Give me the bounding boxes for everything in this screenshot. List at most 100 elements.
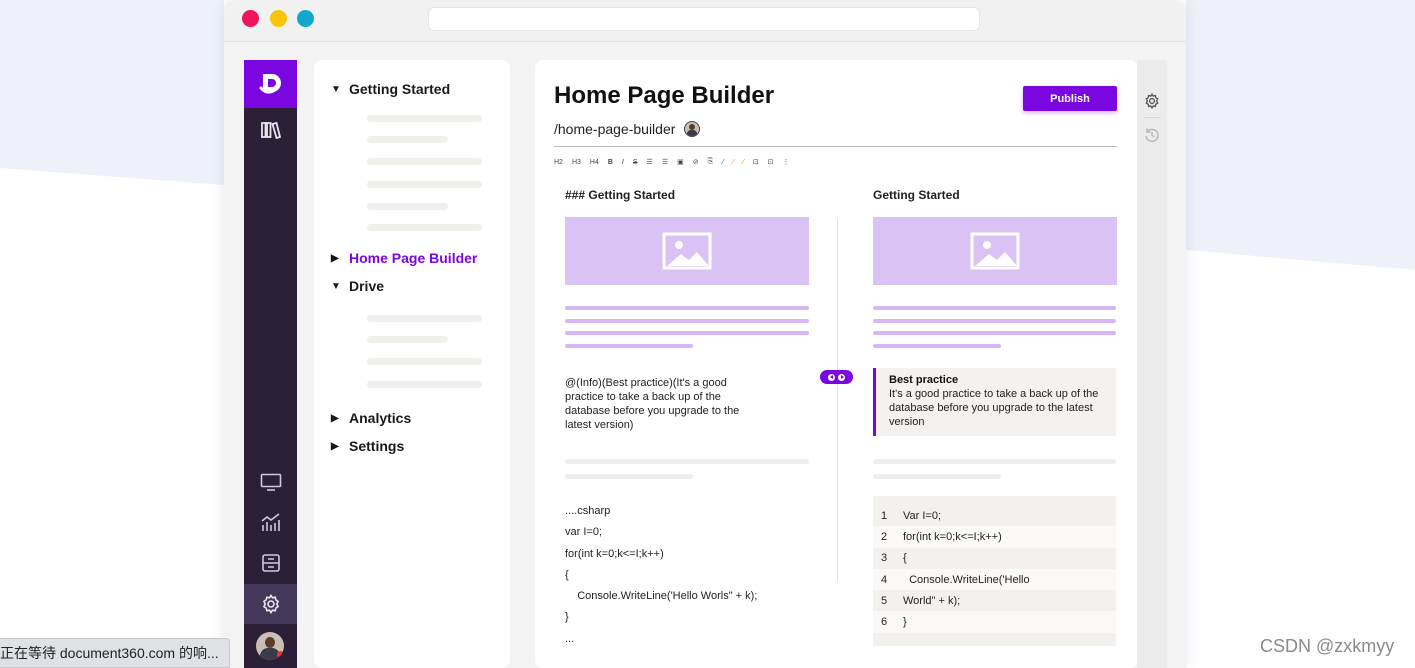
archive-icon[interactable] bbox=[244, 543, 297, 583]
author-avatar[interactable] bbox=[684, 121, 701, 137]
window-titlebar bbox=[224, 0, 1186, 42]
preview-code-block: 1 Var I=0; 2 for(int k=0;k<=I;k++) 3{ 4 Co… bbox=[873, 496, 1116, 646]
callout-title: Best practice bbox=[889, 374, 959, 386]
maximize-window-button[interactable] bbox=[297, 10, 314, 27]
image-placeholder-icon bbox=[873, 217, 1117, 285]
split-resize-handle[interactable] bbox=[820, 370, 853, 384]
placeholder-line bbox=[367, 336, 448, 343]
tree-item-getting-started[interactable]: ▼ Getting Started bbox=[331, 81, 450, 97]
tree-item-drive[interactable]: ▼ Drive bbox=[331, 278, 384, 294]
more-options-icon[interactable]: ⋮ bbox=[782, 158, 789, 166]
right-toolbar bbox=[1137, 60, 1167, 668]
numbered-list-icon[interactable]: ☰ bbox=[662, 158, 668, 166]
markdown-info-block[interactable]: @(Info)(Best practice)(It's a good pract… bbox=[565, 376, 765, 432]
analytics-icon[interactable] bbox=[244, 502, 297, 542]
text-placeholder-line bbox=[873, 319, 1116, 323]
heading2-button[interactable]: H2 bbox=[554, 159, 563, 166]
collapsed-arrow-icon: ▶ bbox=[331, 252, 339, 264]
heading4-button[interactable]: H4 bbox=[590, 159, 599, 166]
placeholder-line bbox=[367, 203, 448, 210]
image-placeholder-icon bbox=[565, 217, 809, 285]
expanded-arrow-icon: ▼ bbox=[331, 83, 341, 95]
text-placeholder-line bbox=[565, 319, 809, 323]
history-icon[interactable] bbox=[1144, 127, 1160, 143]
user-avatar[interactable] bbox=[256, 632, 284, 660]
text-placeholder-line bbox=[873, 459, 1116, 464]
title-divider bbox=[554, 146, 1117, 147]
link-icon[interactable]: ⊘ bbox=[693, 158, 699, 166]
bold-button[interactable]: B bbox=[608, 159, 613, 166]
code-row: 1 Var I=0; bbox=[881, 509, 942, 522]
browser-status-bar: 正在等待 document360.com 的响... bbox=[0, 638, 230, 668]
article-title[interactable]: Home Page Builder bbox=[554, 82, 774, 110]
code-line: var I=0; bbox=[565, 526, 602, 539]
logo-icon[interactable] bbox=[244, 60, 297, 108]
text-placeholder-line bbox=[873, 344, 1001, 348]
file-icon[interactable]: ⎘ bbox=[708, 158, 714, 166]
tree-item-settings[interactable]: ▶ Settings bbox=[331, 438, 404, 454]
placeholder-line bbox=[367, 158, 482, 165]
text-placeholder-line bbox=[565, 331, 809, 335]
placeholder-line bbox=[367, 224, 482, 231]
text-placeholder-line bbox=[565, 474, 693, 479]
info-highlight-icon[interactable]: ⁄ bbox=[722, 159, 723, 166]
text-placeholder-line bbox=[873, 306, 1116, 310]
template-icon[interactable]: ⊡ bbox=[768, 158, 774, 166]
code-line: { bbox=[565, 568, 569, 581]
placeholder-line bbox=[367, 181, 482, 188]
tree-item-home-page-builder[interactable]: ▶ Home Page Builder bbox=[331, 250, 477, 266]
left-navigation bbox=[244, 60, 297, 668]
status-indicator bbox=[277, 651, 284, 658]
category-tree: ▼ Getting Started ▶ Home Page Builder ▼ … bbox=[314, 60, 510, 668]
preview-heading: Getting Started bbox=[873, 188, 960, 202]
code-line: ....csharp bbox=[565, 505, 611, 517]
placeholder-line bbox=[367, 115, 482, 122]
code-row: 4 Console.WriteLine('Hello bbox=[873, 568, 1116, 591]
collapsed-arrow-icon: ▶ bbox=[331, 440, 339, 452]
placeholder-line bbox=[367, 315, 482, 322]
publish-button[interactable]: Publish bbox=[1023, 86, 1117, 111]
text-placeholder-line bbox=[565, 306, 809, 310]
gear-icon[interactable] bbox=[1144, 93, 1160, 109]
text-placeholder-line bbox=[873, 474, 1001, 479]
browser-window: ▼ Getting Started ▶ Home Page Builder ▼ … bbox=[224, 0, 1186, 668]
text-placeholder-line bbox=[565, 459, 809, 464]
minimize-window-button[interactable] bbox=[270, 10, 287, 27]
placeholder-line bbox=[367, 136, 448, 143]
watermark: CSDN @zxkmyy bbox=[1260, 636, 1395, 656]
code-line: for(int k=0;k<=I;k++) bbox=[565, 547, 664, 560]
code-row: 2 for(int k=0;k<=I;k++) bbox=[873, 526, 1116, 548]
monitor-icon[interactable] bbox=[244, 462, 297, 502]
heading3-button[interactable]: H3 bbox=[572, 159, 581, 166]
code-line: ... bbox=[565, 632, 575, 645]
text-placeholder-line bbox=[565, 344, 693, 348]
code-row: 3{ bbox=[881, 552, 907, 565]
status-text: 正在等待 document360.com 的响... bbox=[0, 645, 219, 661]
article-editor: Home Page Builder Publish /home-page-bui… bbox=[535, 60, 1138, 668]
collapsed-arrow-icon: ▶ bbox=[331, 412, 339, 424]
italic-button[interactable]: I bbox=[622, 159, 624, 166]
close-window-button[interactable] bbox=[242, 10, 259, 27]
placeholder-line bbox=[367, 381, 482, 388]
code-line: Console.WriteLine('Hello Worls" + k); bbox=[565, 590, 758, 603]
settings-icon[interactable] bbox=[244, 584, 297, 624]
image-icon[interactable]: ▣ bbox=[677, 158, 684, 166]
code-row: 6} bbox=[873, 611, 1116, 633]
code-line: } bbox=[565, 611, 569, 624]
warning-highlight-icon[interactable]: ⁄ bbox=[743, 159, 744, 166]
code-row: 5 World" + k); bbox=[881, 594, 961, 607]
article-slug: /home-page-builder bbox=[554, 121, 701, 137]
bullet-list-icon[interactable]: ☰ bbox=[647, 158, 653, 166]
markdown-code-block[interactable]: ....csharp var I=0; for(int k=0;k<=I;k++… bbox=[565, 504, 757, 653]
strikethrough-button[interactable]: S bbox=[633, 159, 638, 166]
placeholder-line bbox=[367, 358, 482, 365]
library-icon[interactable] bbox=[244, 110, 297, 150]
tree-item-analytics[interactable]: ▶ Analytics bbox=[331, 410, 411, 426]
split-divider bbox=[837, 218, 838, 582]
text-placeholder-line bbox=[873, 331, 1116, 335]
expanded-arrow-icon: ▼ bbox=[331, 280, 341, 292]
markdown-heading[interactable]: ### Getting Started bbox=[565, 188, 675, 202]
address-bar[interactable] bbox=[428, 7, 980, 31]
snippet-icon[interactable]: ⊡ bbox=[753, 158, 759, 166]
note-highlight-icon[interactable]: ⁄ bbox=[732, 159, 733, 166]
